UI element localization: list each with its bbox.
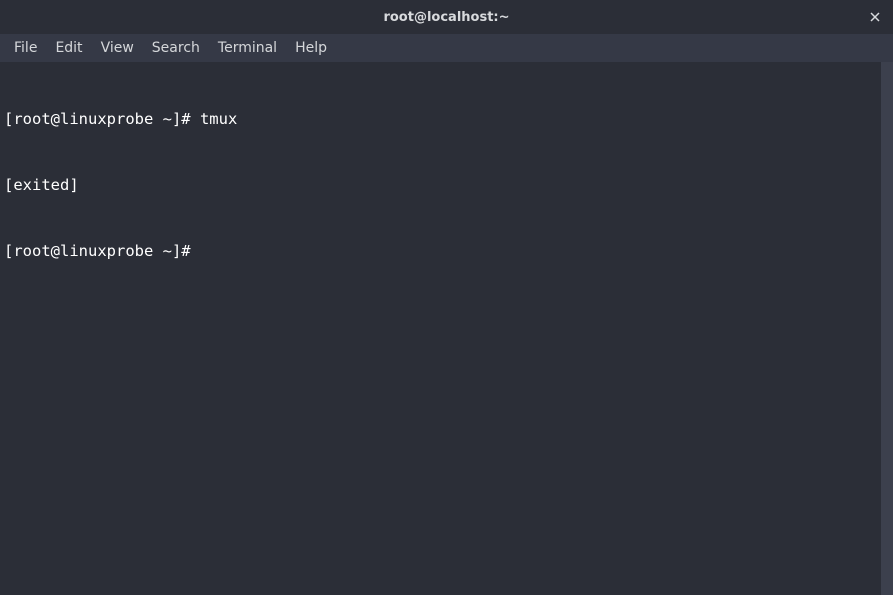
terminal-line: [root@linuxprobe ~]# bbox=[4, 240, 889, 262]
menu-edit[interactable]: Edit bbox=[46, 36, 91, 60]
window-title: root@localhost:~ bbox=[383, 10, 509, 25]
menu-search[interactable]: Search bbox=[143, 36, 209, 60]
close-icon bbox=[870, 12, 880, 22]
menu-file[interactable]: File bbox=[5, 36, 46, 60]
menu-terminal[interactable]: Terminal bbox=[209, 36, 286, 60]
menu-help[interactable]: Help bbox=[286, 36, 336, 60]
terminal-content[interactable]: [root@linuxprobe ~]# tmux [exited] [root… bbox=[0, 62, 893, 595]
scrollbar[interactable] bbox=[881, 62, 893, 595]
window-titlebar: root@localhost:~ bbox=[0, 0, 893, 34]
menubar: File Edit View Search Terminal Help bbox=[0, 34, 893, 62]
menu-view[interactable]: View bbox=[92, 36, 143, 60]
close-button[interactable] bbox=[867, 9, 883, 25]
terminal-line: [exited] bbox=[4, 174, 889, 196]
terminal-line: [root@linuxprobe ~]# tmux bbox=[4, 108, 889, 130]
